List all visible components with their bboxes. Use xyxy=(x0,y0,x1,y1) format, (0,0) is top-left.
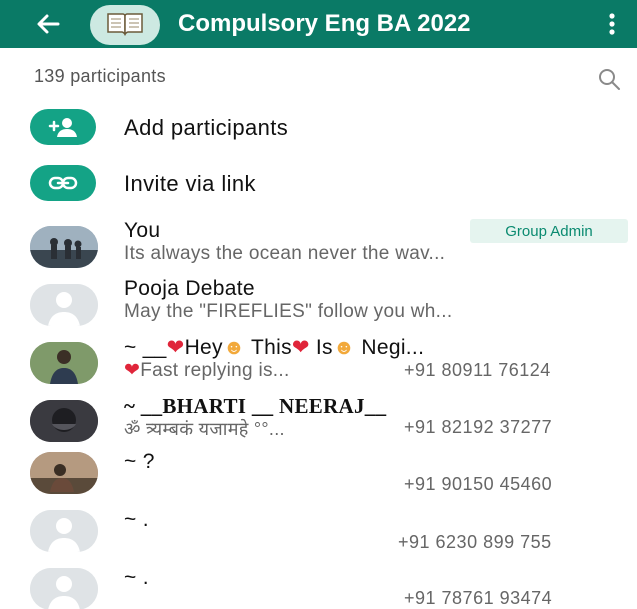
heart-emoji-icon: ❤ xyxy=(291,336,310,359)
search-icon[interactable] xyxy=(596,66,622,92)
invite-via-link-label: Invite via link xyxy=(124,171,256,196)
member-name: ~ ? xyxy=(124,450,155,473)
member-phone: +91 80911 76124 xyxy=(404,360,551,380)
member-phone: +91 6230 899 755 xyxy=(398,532,552,552)
app-bar: Compulsory Eng BA 2022 xyxy=(0,0,637,48)
smiling-face-emoji-icon: ☻ xyxy=(222,336,246,359)
heart-emoji-icon: ❤ xyxy=(166,336,185,359)
member-name: ~ . xyxy=(124,566,149,589)
member-about: Its always the ocean never the wav... xyxy=(124,243,446,264)
book-icon xyxy=(105,10,145,41)
heart-emoji-icon: ❤ xyxy=(124,360,141,381)
member-about: ॐ त्र्यम्बकं यजामहे °°... xyxy=(124,419,285,439)
list-item[interactable]: ~ __❤Hey☻ This❤ Is☻ Negi... ❤Fast replyi… xyxy=(0,332,637,396)
list-item[interactable]: You Group Admin Its always the ocean nev… xyxy=(0,216,637,280)
member-about: May the "FIREFLIES" follow you wh... xyxy=(124,301,453,322)
list-item[interactable]: ~ . +91 78761 93474 xyxy=(0,564,637,609)
participant-count: 139 participants xyxy=(34,66,166,86)
avatar xyxy=(30,452,98,494)
add-participants-label: Add participants xyxy=(124,115,289,140)
group-admin-badge: Group Admin xyxy=(470,219,628,243)
member-phone: +91 82192 37277 xyxy=(404,417,553,437)
participants-header: 139 participants xyxy=(0,60,637,92)
member-phone: +91 78761 93474 xyxy=(404,588,553,608)
more-vert-icon[interactable] xyxy=(602,10,622,38)
invite-via-link-button[interactable]: Invite via link xyxy=(0,158,637,208)
member-name: Pooja Debate xyxy=(124,277,255,300)
list-item[interactable]: ~ ? +91 90150 45460 xyxy=(0,448,637,512)
back-arrow-icon[interactable] xyxy=(34,10,62,38)
group-title[interactable]: Compulsory Eng BA 2022 xyxy=(178,10,471,38)
member-name: ~ . xyxy=(124,508,149,531)
group-avatar[interactable] xyxy=(90,5,160,45)
avatar xyxy=(30,510,98,552)
member-name: ~ __BHARTI __ NEERAJ__ xyxy=(124,394,387,418)
avatar xyxy=(30,400,98,442)
add-participants-button[interactable]: Add participants xyxy=(0,102,637,152)
avatar xyxy=(30,284,98,326)
add-person-icon xyxy=(30,109,96,145)
member-name: ~ __❤Hey☻ This❤ Is☻ Negi... xyxy=(124,336,425,359)
avatar xyxy=(30,568,98,609)
avatar xyxy=(30,226,98,268)
list-item[interactable]: Pooja Debate May the "FIREFLIES" follow … xyxy=(0,274,637,338)
link-icon xyxy=(30,165,96,201)
member-phone: +91 90150 45460 xyxy=(404,474,553,494)
member-about: ❤Fast replying is... xyxy=(124,360,290,381)
list-item[interactable]: ~ . +91 6230 899 755 xyxy=(0,506,637,570)
avatar xyxy=(30,342,98,384)
smiling-face-emoji-icon: ☻ xyxy=(332,336,356,359)
list-item[interactable]: ~ __BHARTI __ NEERAJ__ ॐ त्र्यम्बकं यजाम… xyxy=(0,392,637,456)
member-name: You xyxy=(124,219,161,242)
